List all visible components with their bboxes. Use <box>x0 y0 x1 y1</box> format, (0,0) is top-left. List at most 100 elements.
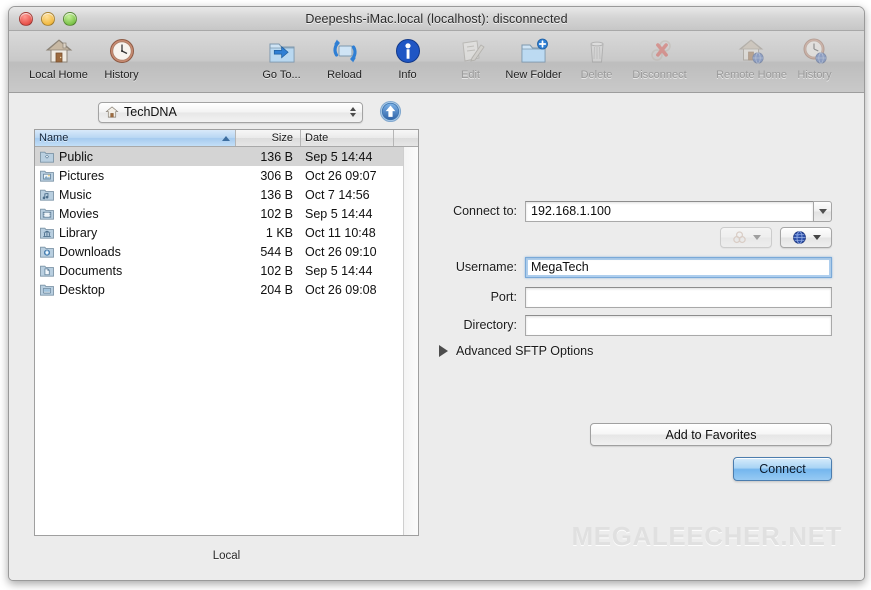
zoom-button[interactable] <box>63 12 77 26</box>
toolbar-button-delete: Delete <box>565 34 628 81</box>
toolbar-button-disconnect: Disconnect <box>628 34 691 81</box>
file-list-body[interactable]: Public 136 B Sep 5 14:44 Pictures 306 B … <box>35 147 418 535</box>
cell-date: Oct 26 09:08 <box>305 282 377 297</box>
toolbar-button-local-history[interactable]: History <box>90 34 153 81</box>
table-row[interactable]: Documents 102 B Sep 5 14:44 <box>35 261 403 280</box>
table-row[interactable]: Public 136 B Sep 5 14:44 <box>35 147 403 166</box>
minimize-button[interactable] <box>41 12 55 26</box>
table-row[interactable]: Downloads 544 B Oct 26 09:10 <box>35 242 403 261</box>
path-popup-button[interactable]: TechDNA <box>98 101 363 123</box>
close-button[interactable] <box>19 12 33 26</box>
connect-panel: Connect to: 192.168.1.100 Username: Mega… <box>427 99 848 574</box>
toolbar-group-actions: Go To... Reload Info Edit New Folder Del… <box>250 34 691 81</box>
username-label: Username: <box>455 260 517 274</box>
toolbar-label: History <box>797 69 832 81</box>
folder-pictures-icon <box>40 169 54 182</box>
protocol-dropdown-button[interactable] <box>780 227 832 248</box>
file-name: Documents <box>59 263 123 278</box>
cell-name: Library <box>35 226 236 240</box>
table-row[interactable]: Desktop 204 B Oct 26 09:08 <box>35 280 403 299</box>
window-controls <box>19 12 77 26</box>
toolbar-button-new-folder[interactable]: New Folder <box>502 34 565 81</box>
file-name: Public <box>59 149 94 164</box>
connect-to-row: Connect to: 192.168.1.100 <box>427 200 832 222</box>
protocol-buttons-row <box>720 227 832 248</box>
port-input[interactable] <box>525 286 832 308</box>
toolbar-button-go-to[interactable]: Go To... <box>250 34 313 81</box>
cell-date: Oct 11 10:48 <box>305 225 376 240</box>
toolbar-button-local-home[interactable]: Local Home <box>27 34 90 81</box>
globe-icon <box>792 230 807 245</box>
file-name: Movies <box>59 206 99 221</box>
toolbar-button-info[interactable]: Info <box>376 34 439 81</box>
path-row: TechDNA <box>34 99 419 125</box>
navigate-up-button[interactable] <box>379 100 402 123</box>
cell-size: 544 B <box>260 244 293 259</box>
connect-to-dropdown-button[interactable] <box>813 200 832 222</box>
table-row[interactable]: Music 136 B Oct 7 14:56 <box>35 185 403 204</box>
folder-public-icon <box>40 150 54 163</box>
directory-row: Directory: <box>427 314 832 336</box>
toolbar-label: Remote Home <box>716 69 787 81</box>
table-row[interactable]: Pictures 306 B Oct 26 09:07 <box>35 166 403 185</box>
local-file-pane: TechDNA Name Size Date Public 136 B Sep … <box>34 99 419 574</box>
column-header-date[interactable]: Date <box>301 130 394 146</box>
cell-name: Pictures <box>35 169 236 183</box>
table-row[interactable]: Movies 102 B Sep 5 14:44 <box>35 204 403 223</box>
app-root: Deepeshs-iMac.local (localhost): disconn… <box>0 0 871 590</box>
column-header-size[interactable]: Size <box>236 130 301 146</box>
toolbar-label: New Folder <box>505 69 562 81</box>
connect-to-label: Connect to: <box>453 204 517 218</box>
toolbar-label: Edit <box>461 69 480 81</box>
column-header-label: Name <box>39 132 69 144</box>
path-popup-label: TechDNA <box>124 105 177 119</box>
file-name: Downloads <box>59 244 121 259</box>
toolbar-button-edit: Edit <box>439 34 502 81</box>
add-to-favorites-button[interactable]: Add to Favorites <box>590 423 832 446</box>
file-rows: Public 136 B Sep 5 14:44 Pictures 306 B … <box>35 147 403 299</box>
ftp-client-window: Deepeshs-iMac.local (localhost): disconn… <box>8 6 865 581</box>
username-input[interactable]: MegaTech <box>525 256 832 278</box>
cell-date: Sep 5 14:44 <box>305 206 373 221</box>
main-toolbar: Local Home History Go To... Reload Info … <box>9 31 864 93</box>
window-title: Deepeshs-iMac.local (localhost): disconn… <box>305 11 568 26</box>
folder-downloads-icon <box>40 245 54 258</box>
file-name: Desktop <box>59 282 105 297</box>
file-list[interactable]: Name Size Date Public 136 B Sep 5 14:44 … <box>34 129 419 536</box>
directory-label: Directory: <box>463 318 517 332</box>
toolbar-label: Info <box>398 69 417 81</box>
folder-documents-icon <box>40 264 54 277</box>
home-icon <box>44 34 74 67</box>
table-row[interactable]: Library 1 KB Oct 11 10:48 <box>35 223 403 242</box>
bonjour-dropdown-button <box>720 227 772 248</box>
chevron-down-icon <box>818 208 827 214</box>
file-name: Music <box>59 187 92 202</box>
file-list-scrollbar[interactable] <box>403 147 418 535</box>
advanced-sftp-options-toggle[interactable]: Advanced SFTP Options <box>439 344 593 358</box>
port-label: Port: <box>490 290 517 304</box>
cell-name: Desktop <box>35 283 236 297</box>
column-header-label: Size <box>271 132 293 144</box>
cell-size: 102 B <box>260 206 293 221</box>
cell-date: Oct 26 09:10 <box>305 244 377 259</box>
cell-date: Sep 5 14:44 <box>305 263 373 278</box>
path-stepper-icon <box>347 104 358 120</box>
toolbar-label: Reload <box>327 69 362 81</box>
toolbar-label: Local Home <box>29 69 88 81</box>
connect-button[interactable]: Connect <box>733 457 832 481</box>
disconnect-icon <box>645 34 675 67</box>
cell-size: 204 B <box>260 282 293 297</box>
connect-to-input[interactable]: 192.168.1.100 <box>525 200 814 222</box>
file-list-header: Name Size Date <box>35 130 418 147</box>
chevron-down-icon <box>752 235 761 240</box>
cell-size: 102 B <box>260 263 293 278</box>
sort-ascending-icon <box>222 135 230 141</box>
directory-input[interactable] <box>525 314 832 336</box>
main-content: TechDNA Name Size Date Public 136 B Sep … <box>9 93 864 580</box>
column-header-name[interactable]: Name <box>35 130 236 146</box>
cell-size: 136 B <box>260 187 293 202</box>
toolbar-button-reload[interactable]: Reload <box>313 34 376 81</box>
cell-date: Oct 7 14:56 <box>305 187 370 202</box>
new-folder-icon <box>519 34 549 67</box>
cell-name: Downloads <box>35 245 236 259</box>
